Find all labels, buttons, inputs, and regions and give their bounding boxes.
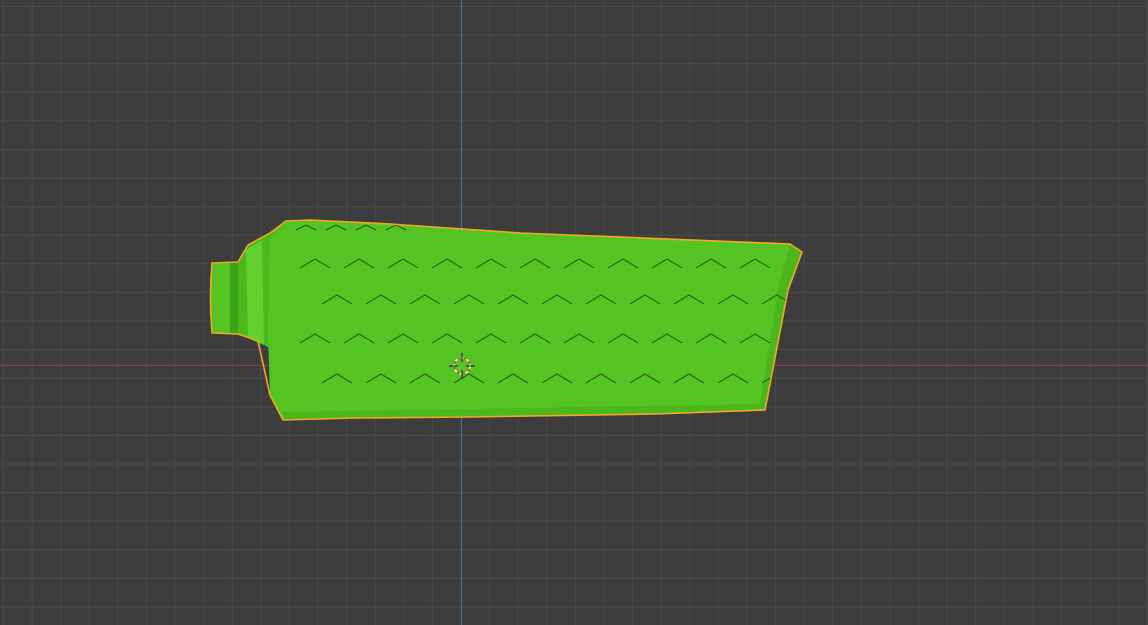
object-neck-highlight: [246, 240, 264, 345]
object-body: [268, 220, 802, 420]
scene-canvas[interactable]: [0, 0, 1148, 625]
mesh-object[interactable]: [209, 219, 803, 421]
3d-viewport[interactable]: [0, 0, 1148, 625]
object-tip-shade: [230, 262, 238, 334]
